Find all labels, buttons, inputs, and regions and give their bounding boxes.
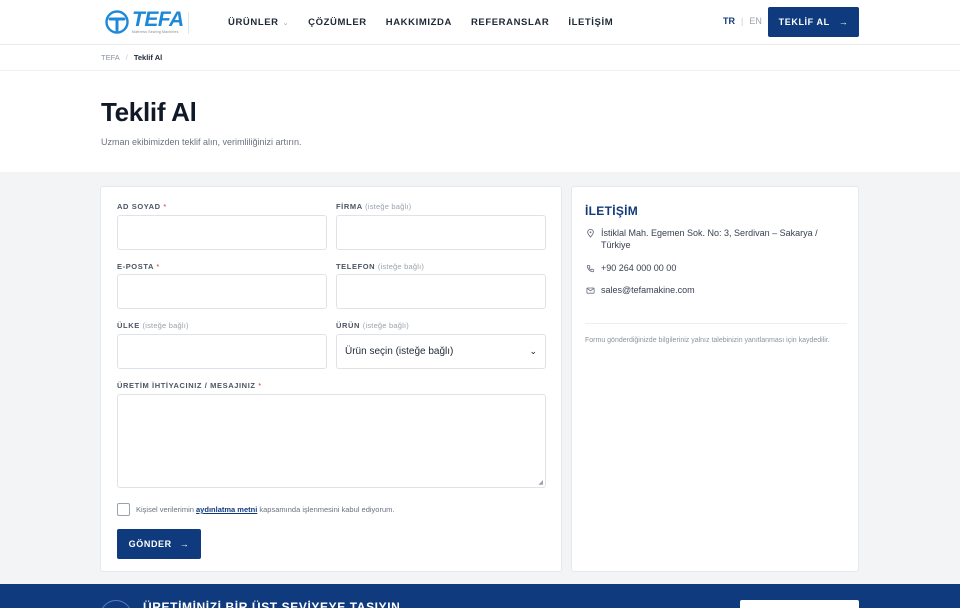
required-mark: * bbox=[156, 262, 160, 271]
submit-button[interactable]: GÖNDER → bbox=[117, 529, 201, 559]
contact-title: İLETİŞİM bbox=[585, 204, 639, 218]
logo-divider bbox=[188, 12, 189, 34]
privacy-note: Formu gönderdiğinizde bilgileriniz yalnı… bbox=[585, 337, 830, 344]
quote-form: AD SOYAD * FİRMA (isteğe bağlı) E-POSTA … bbox=[100, 186, 562, 572]
product-select-value: Ürün seçin (isteğe bağlı) bbox=[345, 346, 454, 357]
lang-en[interactable]: EN bbox=[749, 16, 762, 26]
product-label-text: ÜRÜN bbox=[336, 321, 361, 330]
phone-label: TELEFON (isteğe bağlı) bbox=[336, 262, 424, 271]
page-title: Teklif Al bbox=[101, 97, 197, 127]
required-mark: * bbox=[163, 202, 167, 211]
product-label: ÜRÜN (isteğe bağlı) bbox=[336, 321, 409, 330]
breadcrumb-separator: / bbox=[125, 53, 128, 62]
resize-grip-icon[interactable]: ◢ bbox=[538, 480, 543, 486]
nav-item-referanslar[interactable]: REFERANSLAR bbox=[471, 17, 549, 28]
page-subtitle: Uzman ekibimizden teklif alın, verimlili… bbox=[101, 137, 302, 147]
breadcrumb: TEFA / Teklif Al bbox=[0, 45, 960, 71]
message-label-text: ÜRETİM İHTİYACINIZ / MESAJINIZ bbox=[117, 381, 256, 390]
language-switcher: TR | EN bbox=[723, 16, 762, 26]
message-textarea[interactable]: ◢ bbox=[117, 394, 546, 488]
optional-text: (isteğe bağlı) bbox=[377, 262, 425, 271]
nav-item-hakkimizda[interactable]: HAKKIMIZDA bbox=[386, 17, 452, 28]
contact-divider bbox=[585, 323, 847, 324]
country-label: ÜLKE (isteğe bağlı) bbox=[117, 321, 189, 330]
nav-item-iletisim[interactable]: İLETİŞİM bbox=[568, 17, 613, 28]
phone-field[interactable] bbox=[336, 274, 546, 309]
site-header: TEFA Mattress Sewing Machines ÜRÜNLER ⌄ … bbox=[0, 0, 960, 45]
main-nav: ÜRÜNLER ⌄ ÇÖZÜMLER HAKKIMIZDA REFERANSLA… bbox=[228, 0, 632, 45]
phone-label-text: TELEFON bbox=[336, 262, 376, 271]
content-area: AD SOYAD * FİRMA (isteğe bağlı) E-POSTA … bbox=[0, 172, 960, 584]
contact-address-text: İstiklal Mah. Egemen Sok. No: 3, Serdiva… bbox=[601, 228, 818, 250]
mail-icon bbox=[585, 284, 595, 296]
footer-cta-title: ÜRETİMİNİZİ BİR ÜST SEVİYEYE TAŞIYIN bbox=[143, 600, 401, 608]
contact-phone[interactable]: +90 264 000 00 00 bbox=[585, 262, 676, 274]
optional-text: (isteğe bağlı) bbox=[365, 202, 412, 211]
country-label-text: ÜLKE bbox=[117, 321, 140, 330]
consent-text: Kişisel verilerimin aydınlatma metni kap… bbox=[136, 505, 394, 514]
lang-tr[interactable]: TR bbox=[723, 16, 735, 26]
nav-item-label: ÜRÜNLER bbox=[228, 17, 279, 28]
company-label: FİRMA (isteğe bağlı) bbox=[336, 202, 411, 211]
footer-cta-button[interactable] bbox=[740, 600, 859, 608]
chevron-down-icon: ⌄ bbox=[282, 19, 290, 27]
email-field[interactable] bbox=[117, 274, 327, 309]
get-quote-button[interactable]: TEKLİF AL → bbox=[768, 7, 859, 37]
required-mark: * bbox=[258, 381, 262, 390]
logo-mark-icon bbox=[105, 10, 129, 34]
name-label-text: AD SOYAD bbox=[117, 202, 161, 211]
country-field[interactable] bbox=[117, 334, 327, 369]
nav-item-label: REFERANSLAR bbox=[470, 17, 550, 28]
contact-card: İLETİŞİM İstiklal Mah. Egemen Sok. No: 3… bbox=[571, 186, 859, 572]
contact-email-text: sales@tefamakine.com bbox=[601, 285, 695, 295]
arrow-right-icon: → bbox=[179, 539, 190, 549]
consent-text-after: kapsamında işlenmesini kabul ediyorum. bbox=[257, 505, 395, 514]
logo-tagline: Mattress Sewing Machines bbox=[132, 30, 179, 35]
get-quote-label: TEKLİF AL bbox=[778, 17, 830, 27]
privacy-notice-link[interactable]: aydınlatma metni bbox=[196, 505, 257, 514]
submit-label: GÖNDER bbox=[128, 539, 172, 549]
nav-item-urunler[interactable]: ÜRÜNLER ⌄ bbox=[228, 17, 289, 28]
email-label-text: E-POSTA bbox=[117, 262, 154, 271]
consent-checkbox[interactable] bbox=[117, 503, 130, 516]
arrow-right-icon: → bbox=[838, 17, 849, 27]
consent-text-before: Kişisel verilerimin bbox=[136, 505, 197, 514]
nav-item-label: İLETİŞİM bbox=[568, 17, 614, 28]
company-label-text: FİRMA bbox=[336, 202, 363, 211]
chevron-down-icon: ⌄ bbox=[529, 346, 537, 356]
contact-address: İstiklal Mah. Egemen Sok. No: 3, Serdiva… bbox=[585, 227, 847, 251]
nav-item-label: HAKKIMIZDA bbox=[385, 17, 452, 28]
footer-badge-icon bbox=[100, 600, 132, 608]
consent-row: Kişisel verilerimin aydınlatma metni kap… bbox=[117, 503, 394, 516]
breadcrumb-current: Teklif Al bbox=[133, 53, 163, 62]
optional-text: (isteğe bağlı) bbox=[362, 321, 409, 330]
map-pin-icon bbox=[585, 227, 595, 239]
logo[interactable]: TEFA Mattress Sewing Machines bbox=[104, 9, 184, 35]
phone-icon bbox=[585, 262, 595, 274]
nav-item-cozumler[interactable]: ÇÖZÜMLER bbox=[308, 17, 367, 28]
logo-text: TEFA bbox=[132, 8, 184, 32]
name-label: AD SOYAD * bbox=[117, 202, 167, 211]
lang-separator: | bbox=[741, 16, 744, 26]
footer-cta-band: ÜRETİMİNİZİ BİR ÜST SEVİYEYE TAŞIYIN bbox=[0, 584, 960, 608]
name-field[interactable] bbox=[117, 215, 327, 250]
product-select[interactable]: Ürün seçin (isteğe bağlı) ⌄ bbox=[336, 334, 546, 369]
page-hero: Teklif Al Uzman ekibimizden teklif alın,… bbox=[0, 71, 960, 172]
optional-text: (isteğe bağlı) bbox=[142, 321, 189, 330]
email-label: E-POSTA * bbox=[117, 262, 160, 271]
message-label: ÜRETİM İHTİYACINIZ / MESAJINIZ * bbox=[117, 381, 262, 390]
breadcrumb-home[interactable]: TEFA bbox=[101, 53, 120, 62]
company-field[interactable] bbox=[336, 215, 546, 250]
nav-item-label: ÇÖZÜMLER bbox=[308, 17, 367, 28]
contact-phone-text: +90 264 000 00 00 bbox=[601, 263, 677, 273]
contact-email[interactable]: sales@tefamakine.com bbox=[585, 284, 695, 296]
